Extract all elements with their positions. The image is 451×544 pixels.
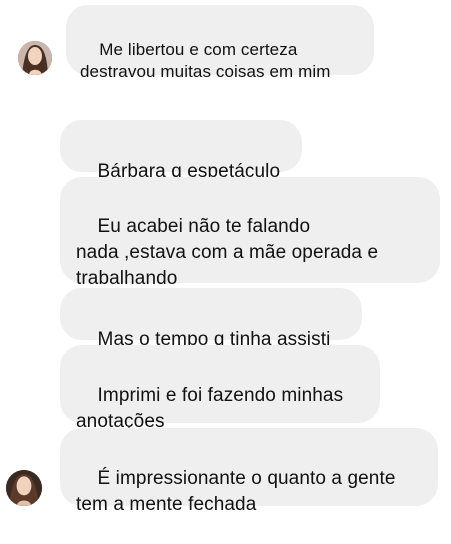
message-thread: Me libertou e com certeza destravou muit… (0, 0, 451, 515)
message-text: Me libertou e com certeza destravou muit… (80, 40, 331, 81)
sender-avatar[interactable] (18, 41, 52, 75)
message-bubble[interactable]: Eu acabei não te falando nada ,estava co… (60, 177, 440, 289)
message-bubble[interactable]: Mas o tempo q tinha assisti (60, 288, 362, 350)
message-text: É impressionante o quanto a gente tem a … (76, 468, 396, 515)
sender-avatar[interactable] (6, 470, 42, 506)
message-text: Eu acabei não te falando nada ,estava co… (76, 216, 379, 289)
message-bubble[interactable]: É impressionante o quanto a gente tem a … (60, 428, 438, 515)
message-bubble[interactable]: Bárbara q espetáculo (60, 120, 302, 182)
avatar-photo-icon (6, 470, 42, 506)
message-bubble[interactable]: Me libertou e com certeza destravou muit… (66, 5, 374, 81)
message-text: Imprimi e foi fazendo minhas anotações (76, 385, 344, 432)
avatar-photo-icon (18, 41, 52, 75)
message-bubble[interactable]: Imprimi e foi fazendo minhas anotações (60, 345, 380, 432)
